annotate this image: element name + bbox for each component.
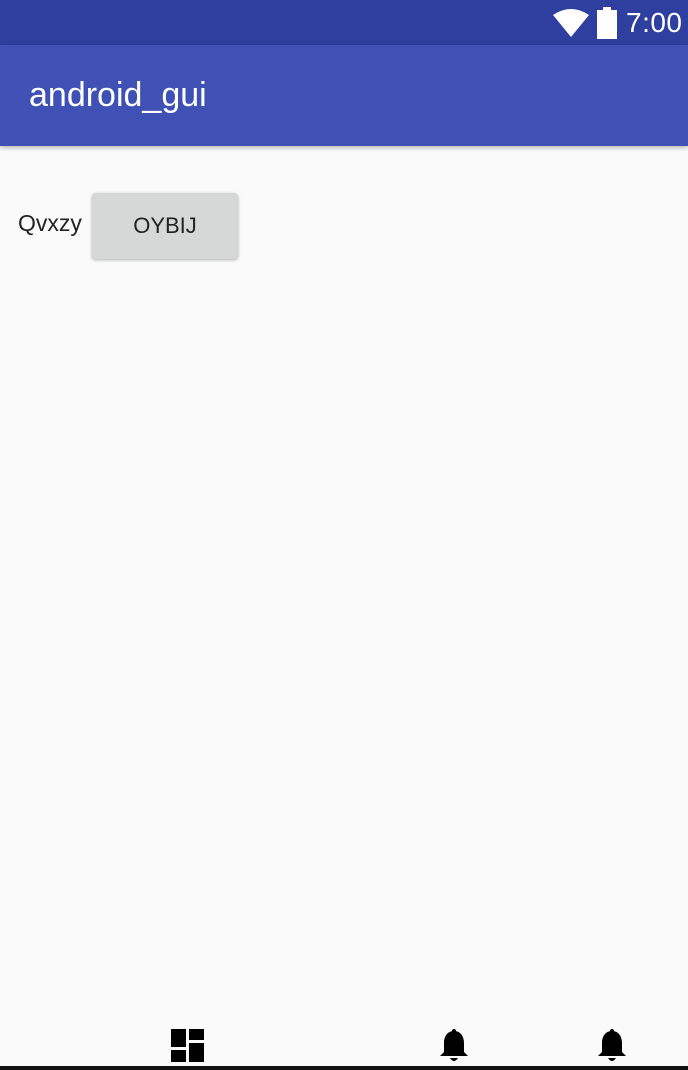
bottom-divider bbox=[0, 1066, 688, 1070]
action-button[interactable]: OYBIJ bbox=[92, 193, 238, 259]
notification-bell-icon[interactable] bbox=[436, 1028, 472, 1064]
text-label: Qvxzy bbox=[18, 210, 82, 236]
main-content: Qvxzy OYBIJ bbox=[0, 146, 688, 1036]
notification-bell-icon[interactable] bbox=[594, 1028, 630, 1064]
app-bar: android_gui bbox=[0, 45, 688, 146]
status-time: 7:00 bbox=[626, 7, 683, 38]
wifi-icon bbox=[553, 9, 589, 37]
battery-icon bbox=[597, 7, 617, 39]
bottom-navigation bbox=[0, 1020, 688, 1070]
app-title: android_gui bbox=[29, 76, 207, 114]
dashboard-icon[interactable] bbox=[170, 1028, 206, 1064]
status-bar: 7:00 bbox=[0, 0, 688, 45]
